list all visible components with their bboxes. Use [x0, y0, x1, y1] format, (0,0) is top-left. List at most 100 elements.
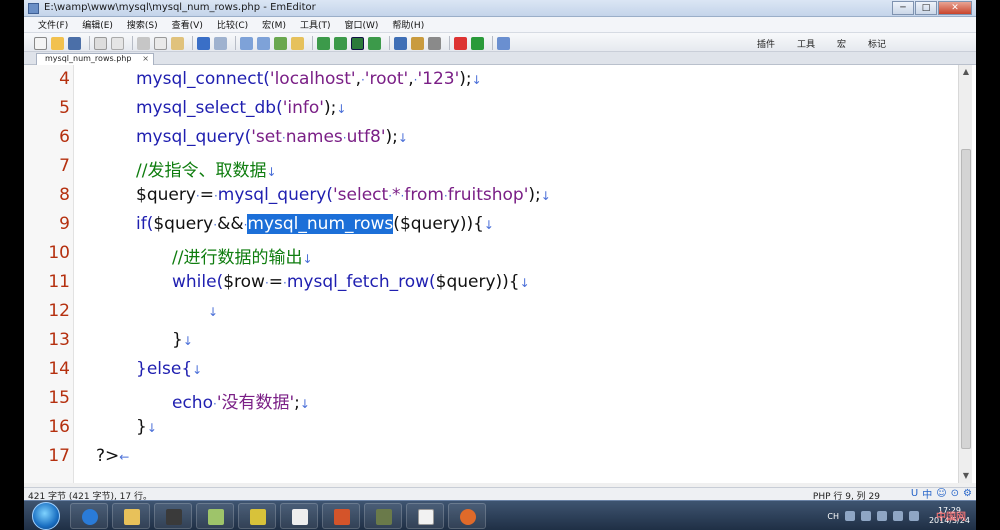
code-line[interactable]: 10 //进行数据的输出↓ — [48, 239, 956, 268]
macros-toolbar-label[interactable]: 宏 — [837, 37, 846, 50]
flag-icon[interactable] — [908, 511, 919, 521]
code-line[interactable]: 11 while($row·=·mysql_fetch_row($query)){… — [48, 268, 956, 297]
taskbar-media-button[interactable] — [154, 503, 192, 529]
code-line[interactable]: 5 mysql_select_db('info');↓ — [59, 94, 956, 123]
save-icon[interactable] — [68, 36, 81, 50]
menu-view[interactable]: 查看(V) — [172, 18, 203, 31]
settings-icon[interactable] — [428, 36, 441, 50]
windows-taskbar: CH 17:29 2014/5/24 — [24, 500, 976, 530]
menu-file[interactable]: 文件(F) — [38, 18, 68, 31]
menu-search[interactable]: 搜索(S) — [127, 18, 158, 31]
line-number: 12 — [48, 301, 70, 321]
line-number: 6 — [59, 127, 70, 147]
code-line[interactable]: 7 //发指令、取数据↓ — [59, 152, 956, 181]
volume-icon[interactable] — [892, 511, 903, 521]
code-line[interactable]: 16}↓ — [48, 413, 956, 442]
ime-settings-icon[interactable]: ⚙ — [963, 488, 972, 499]
find-icon[interactable] — [240, 36, 253, 50]
language-indicator[interactable]: CH — [827, 512, 839, 521]
line-number: 4 — [59, 69, 70, 89]
wrap-none-icon[interactable] — [317, 36, 330, 50]
taskbar-notepad-button[interactable] — [196, 503, 234, 529]
record-macro-icon[interactable] — [454, 36, 467, 50]
help-pointer-icon[interactable] — [497, 36, 510, 50]
ime-emoji-icon[interactable]: ☺ — [936, 488, 946, 499]
menu-macro[interactable]: 宏(M) — [262, 18, 286, 31]
code-line[interactable]: 8 $query·=·mysql_query('select·*·from·fru… — [59, 181, 956, 210]
find-next-icon[interactable] — [257, 36, 270, 50]
tools-toolbar-label[interactable]: 工具 — [797, 37, 815, 50]
wrap-char-icon[interactable] — [334, 36, 347, 50]
code-line[interactable]: 17 ?>← — [48, 442, 956, 471]
network-icon[interactable] — [860, 511, 871, 521]
taskbar-doc-button[interactable] — [280, 503, 318, 529]
code-line-text: while($row·=·mysql_fetch_row($query)){↓ — [172, 272, 530, 292]
ime-chinese-icon[interactable]: 中 — [922, 486, 932, 501]
code-token: 'localhost' — [269, 69, 356, 89]
open-folder-icon[interactable] — [51, 36, 64, 50]
run-macro-icon[interactable] — [471, 36, 484, 50]
code-line[interactable]: 9 if($query·&&·mysql_num_rows($query)){↓ — [59, 210, 956, 239]
markers-toolbar-label[interactable]: 标记 — [868, 37, 886, 50]
toolbar-separator — [389, 36, 390, 50]
highlight-icon[interactable] — [291, 36, 304, 50]
taskbar-tool-button[interactable] — [364, 503, 402, 529]
line-number: 10 — [48, 243, 70, 263]
undo-icon[interactable] — [197, 36, 210, 50]
minimize-button[interactable]: ─ — [892, 1, 914, 15]
menu-tools[interactable]: 工具(T) — [300, 18, 331, 31]
code-line[interactable]: 14}else{↓ — [48, 355, 956, 384]
wrap-window-icon[interactable] — [351, 36, 364, 50]
redo-icon[interactable] — [214, 36, 227, 50]
taskbar-explorer-button[interactable] — [112, 503, 150, 529]
shield-icon[interactable] — [876, 511, 887, 521]
paste-icon[interactable] — [171, 36, 184, 50]
tab-close-icon[interactable]: × — [142, 54, 149, 64]
taskbar-apps — [70, 503, 490, 529]
plugins-toolbar-label[interactable]: 插件 — [757, 37, 775, 50]
wrap-page-icon[interactable] — [368, 36, 381, 50]
scroll-up-icon[interactable]: ▲ — [959, 65, 973, 79]
start-button-icon[interactable] — [32, 502, 60, 530]
taskbar-ppt-button[interactable] — [322, 503, 360, 529]
code-line[interactable]: 13}↓ — [48, 326, 956, 355]
print-icon[interactable] — [94, 36, 107, 50]
close-button[interactable]: ✕ — [938, 1, 972, 15]
menu-bar: 文件(F) 编辑(E) 搜索(S) 查看(V) 比较(C) 宏(M) 工具(T)… — [24, 17, 976, 33]
code-editor[interactable]: 4 mysql_connect('localhost',·'root',·'123… — [24, 65, 976, 483]
code-token: = — [199, 185, 214, 205]
new-file-icon[interactable] — [34, 36, 47, 50]
customize-icon[interactable] — [411, 36, 424, 50]
scroll-thumb[interactable] — [961, 149, 971, 449]
whitespace-marker: ↓ — [483, 218, 494, 232]
copy-icon[interactable] — [154, 36, 167, 50]
menu-help[interactable]: 帮助(H) — [392, 18, 424, 31]
taskbar-firefox-button[interactable] — [448, 503, 486, 529]
document-tab[interactable]: mysql_num_rows.php × — [36, 53, 154, 65]
code-token: '123' — [417, 69, 460, 89]
ime-punct-icon[interactable]: ⊙ — [951, 488, 959, 499]
print-preview-icon[interactable] — [111, 36, 124, 50]
code-line-text: //进行数据的输出↓ — [172, 243, 313, 268]
code-line[interactable]: 6 mysql_query('set·names·utf8');↓ — [59, 123, 956, 152]
menu-edit[interactable]: 编辑(E) — [82, 18, 113, 31]
maximize-button[interactable]: □ — [915, 1, 937, 15]
replace-icon[interactable] — [274, 36, 287, 50]
code-area[interactable]: 4 mysql_connect('localhost',·'root',·'123… — [48, 65, 956, 483]
taskbar-fireworks-button[interactable] — [238, 503, 276, 529]
vertical-scrollbar[interactable]: ▲ ▼ — [958, 65, 972, 483]
menu-window[interactable]: 窗口(W) — [345, 18, 379, 31]
cut-icon[interactable] — [137, 36, 150, 50]
toolbar-separator — [312, 36, 313, 50]
scroll-down-icon[interactable]: ▼ — [959, 469, 973, 483]
taskbar-emeditor-button[interactable] — [406, 503, 444, 529]
ime-u-icon[interactable]: U — [911, 488, 918, 499]
code-line[interactable]: 15 echo·'没有数据';↓ — [48, 384, 956, 413]
configuration-icon[interactable] — [394, 36, 407, 50]
keyboard-icon[interactable] — [844, 511, 855, 521]
code-line[interactable]: 4 mysql_connect('localhost',·'root',·'123… — [59, 65, 956, 94]
taskbar-ie-button[interactable] — [70, 503, 108, 529]
whitespace-marker: ↓ — [471, 73, 482, 87]
code-line[interactable]: 12 ↓ — [48, 297, 956, 326]
menu-compare[interactable]: 比较(C) — [217, 18, 248, 31]
